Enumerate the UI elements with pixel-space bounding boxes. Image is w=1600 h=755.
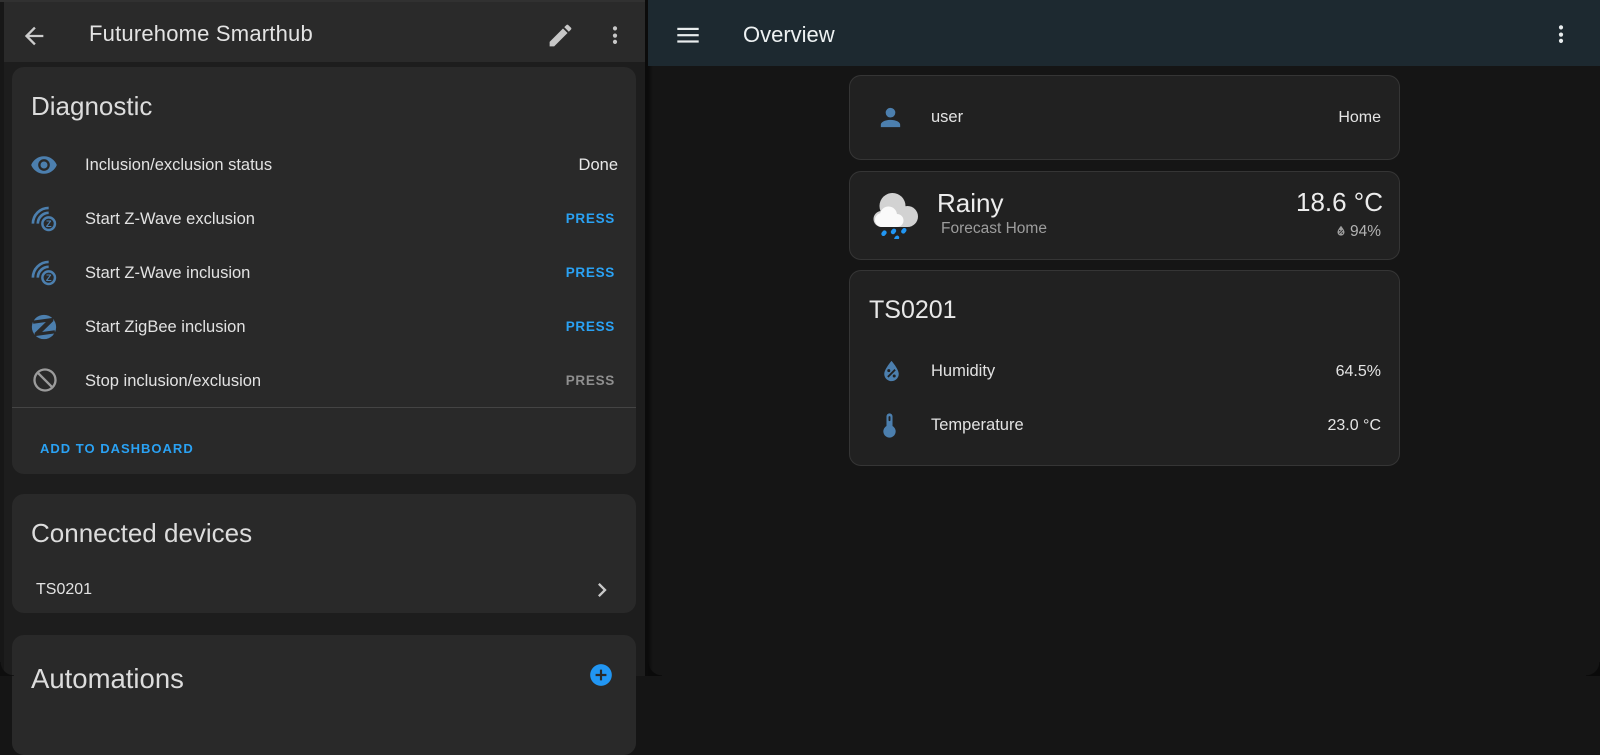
svg-text:Z: Z: [46, 273, 52, 283]
svg-text:Z: Z: [46, 219, 52, 229]
